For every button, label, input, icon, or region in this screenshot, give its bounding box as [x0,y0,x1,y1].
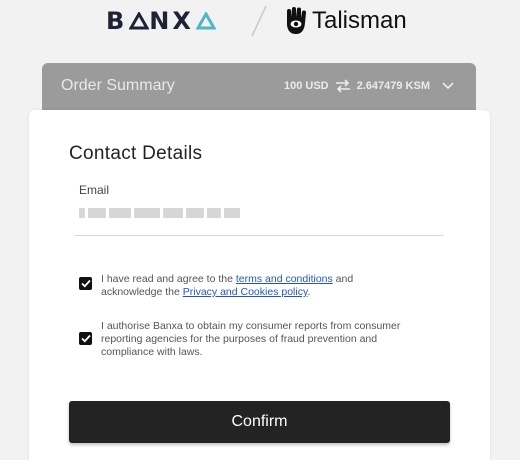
brand-divider [251,5,267,37]
redacted-block [134,207,160,218]
email-field[interactable] [79,204,249,221]
terms-text: I have read and agree to the terms and c… [101,273,391,299]
partner-name: Talisman [312,7,407,34]
checkmark-icon [80,279,91,288]
banxa-logo: B NX [106,6,216,36]
to-amount: 2.647479 KSM [356,80,430,92]
redacted-block [88,207,106,218]
contact-details-card: Contact Details Email I have read and ag… [29,110,490,460]
brand-header: B NX Talisman [0,0,520,44]
order-summary-header[interactable]: Order Summary 100 USD 2.647479 KSM [42,63,476,115]
redacted-block [207,207,221,218]
talisman-logo: Talisman [283,6,407,36]
consent-row: I authorise Banxa to obtain my consumer … [79,320,421,359]
redacted-block [109,207,131,218]
redacted-block [79,207,85,218]
terms-link[interactable]: terms and conditions [236,273,333,285]
consent-text: I authorise Banxa to obtain my consumer … [101,320,401,358]
checkmark-icon [80,334,91,343]
consent-checkbox[interactable] [79,332,92,345]
banxa-triangle-icon [195,12,216,30]
banxa-a-icon [129,12,150,30]
terms-suffix: . [307,286,311,298]
terms-prefix: I have read and agree to the [101,273,236,285]
email-label: Email [79,183,110,197]
swap-arrows-icon [335,79,350,93]
terms-row: I have read and agree to the terms and c… [79,273,391,299]
order-summary-amounts: 100 USD 2.647479 KSM [284,79,454,93]
chevron-down-icon[interactable] [442,81,454,91]
order-summary-title: Order Summary [61,77,175,94]
redacted-block [224,207,240,218]
confirm-button[interactable]: Confirm [69,401,450,443]
page-title: Contact Details [69,143,203,164]
email-underline [74,235,444,236]
redacted-block [163,207,183,218]
terms-checkbox[interactable] [79,277,92,290]
privacy-link[interactable]: Privacy and Cookies policy [183,286,308,298]
from-amount: 100 USD [283,80,329,92]
talisman-hand-icon [287,7,306,34]
redacted-block [186,207,204,218]
